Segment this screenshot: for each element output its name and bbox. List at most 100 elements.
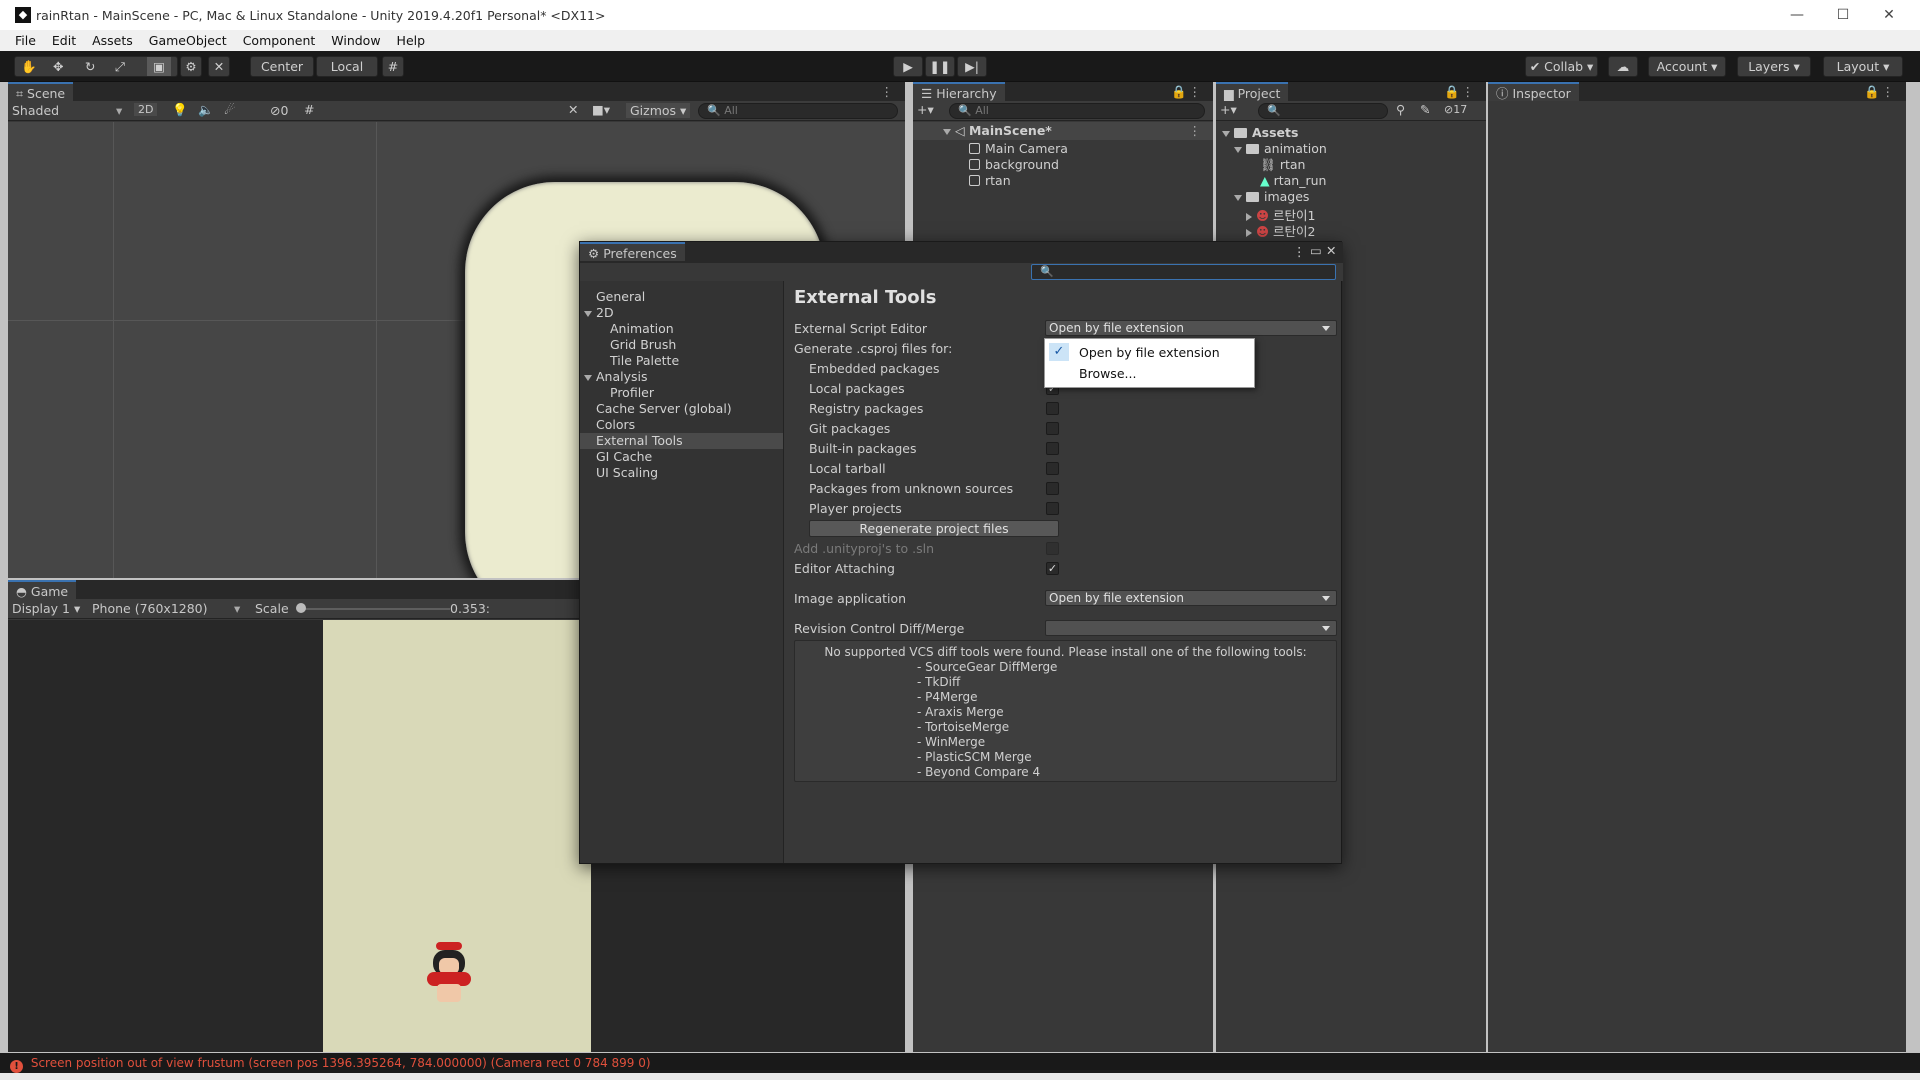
close-window-button[interactable]: ✕ [1866, 0, 1912, 30]
play-button[interactable]: ▶ [893, 56, 923, 77]
nav-analysis[interactable]: Analysis [584, 369, 648, 385]
add-object-button[interactable]: +▾ [917, 102, 934, 117]
collapse-arrow-icon[interactable] [1246, 228, 1252, 237]
hierarchy-item-background[interactable]: background [969, 157, 1059, 172]
gizmos-dropdown[interactable]: Gizmos ▾ [626, 103, 691, 118]
step-button[interactable]: ▶| [957, 56, 987, 77]
shading-mode-dropdown[interactable]: Shaded [12, 103, 59, 118]
nav-gi-cache[interactable]: GI Cache [596, 449, 652, 465]
project-folder-images[interactable]: images [1234, 189, 1309, 204]
grid-icon[interactable]: # [304, 102, 314, 117]
unknown-sources-checkbox[interactable] [1046, 482, 1059, 495]
hierarchy-item-rtan[interactable]: rtan [969, 173, 1011, 188]
nav-2d[interactable]: 2D [584, 305, 614, 321]
menu-edit[interactable]: Edit [52, 30, 76, 48]
tab-game[interactable]: ◓ Game [8, 580, 77, 599]
collapse-arrow-icon[interactable] [1246, 212, 1252, 221]
tab-preferences[interactable]: ⚙ Preferences [580, 242, 685, 261]
script-editor-dropdown[interactable]: Open by file extension [1045, 320, 1337, 336]
pivot-local-button[interactable]: Local [316, 56, 378, 77]
collab-button[interactable]: ✔ Collab ▾ [1525, 56, 1598, 77]
image-application-dropdown[interactable]: Open by file extension [1045, 590, 1337, 606]
popup-option-browse[interactable]: Browse... [1079, 366, 1136, 381]
regenerate-project-files-button[interactable]: Regenerate project files [809, 520, 1059, 537]
editor-attaching-checkbox[interactable]: ✓ [1046, 562, 1059, 575]
tab-inspector[interactable]: ⓘ Inspector [1488, 82, 1579, 101]
project-item-image2[interactable]: ☻ 르탄이2 [1246, 221, 1315, 240]
scale-slider-thumb[interactable] [296, 603, 306, 613]
lock-icon[interactable]: 🔒 [1171, 84, 1187, 100]
scene-root-row[interactable]: ◁ MainScene* ⋮ [913, 122, 1213, 140]
display-dropdown[interactable]: Display 1 ▾ [12, 601, 80, 616]
local-tarball-checkbox[interactable] [1046, 462, 1059, 475]
expand-arrow-icon[interactable] [1222, 130, 1230, 137]
lock-icon[interactable]: 🔒 [1864, 84, 1880, 100]
git-packages-checkbox[interactable] [1046, 422, 1059, 435]
camera-icon[interactable]: ■▾ [592, 102, 610, 117]
menu-window[interactable]: Window [331, 30, 380, 48]
rotate-tool-icon[interactable]: ↻ [85, 57, 95, 76]
create-asset-button[interactable]: +▾ [1220, 102, 1237, 117]
menu-gameobject[interactable]: GameObject [149, 30, 227, 48]
expand-arrow-icon[interactable] [584, 374, 592, 381]
project-item-rtan[interactable]: ⛓ rtan [1260, 157, 1305, 173]
project-item-rtan-run[interactable]: ▲ rtan_run [1260, 173, 1326, 188]
nav-cache-server[interactable]: Cache Server (global) [596, 401, 732, 417]
preferences-menu-icon[interactable]: ⋮ [1293, 244, 1306, 259]
nav-external-tools[interactable]: External Tools [580, 433, 783, 449]
maximize-icon[interactable]: ▭ [1310, 243, 1322, 258]
hand-tool-icon[interactable]: ✋ [21, 57, 37, 76]
pivot-center-button[interactable]: Center [250, 56, 314, 77]
custom-tool-icon[interactable]: ✕ [208, 56, 230, 77]
nav-tile-palette[interactable]: Tile Palette [610, 353, 679, 369]
account-dropdown[interactable]: Account ▾ [1648, 56, 1726, 77]
lighting-icon[interactable]: 💡 [172, 102, 188, 118]
menu-help[interactable]: Help [397, 30, 426, 48]
audio-icon[interactable]: 🔈 [198, 102, 214, 118]
nav-general[interactable]: General [596, 289, 645, 305]
hierarchy-item-main-camera[interactable]: Main Camera [969, 141, 1068, 156]
popup-option-open-by-extension[interactable]: ✓ Open by file extension [1047, 342, 1252, 362]
lock-icon[interactable]: 🔒 [1444, 84, 1460, 100]
expand-arrow-icon[interactable] [1234, 146, 1242, 153]
menu-assets[interactable]: Assets [92, 30, 133, 48]
vcs-dropdown[interactable] [1045, 620, 1337, 636]
tab-hierarchy[interactable]: ☰ Hierarchy [913, 82, 1005, 101]
rect-tool-icon[interactable]: ▣ [147, 57, 171, 76]
project-menu-icon[interactable]: ⋮ [1462, 84, 1475, 99]
expand-arrow-icon[interactable] [943, 128, 951, 135]
player-projects-checkbox[interactable] [1046, 502, 1059, 515]
move-tool-icon[interactable]: ✥ [53, 57, 63, 76]
cloud-icon[interactable]: ☁ [1608, 56, 1638, 77]
hidden-objects-counter[interactable]: ⊘0 [270, 103, 288, 118]
project-folder-animation[interactable]: animation [1234, 141, 1327, 156]
pause-button[interactable]: ❚❚ [925, 56, 955, 77]
console-status-bar[interactable]: ! Screen position out of view frustum (s… [0, 1053, 1920, 1073]
nav-animation[interactable]: Animation [610, 321, 674, 337]
builtin-packages-checkbox[interactable] [1046, 442, 1059, 455]
scale-tool-icon[interactable]: ⤢ [115, 57, 125, 76]
expand-arrow-icon[interactable] [584, 310, 592, 317]
filter-type-icon[interactable]: ⚲ [1396, 102, 1405, 117]
close-icon[interactable]: ✕ [1326, 243, 1336, 258]
effects-icon[interactable]: ☄ [224, 102, 235, 117]
inspector-menu-icon[interactable]: ⋮ [1882, 84, 1895, 99]
layout-dropdown[interactable]: Layout ▾ [1823, 56, 1903, 77]
registry-packages-checkbox[interactable] [1046, 402, 1059, 415]
filter-label-icon[interactable]: ✎ [1420, 102, 1430, 117]
scene-search-input[interactable]: 🔍 All [698, 103, 898, 119]
project-folder-assets[interactable]: Assets [1222, 125, 1298, 140]
resolution-dropdown[interactable]: Phone (760x1280) [92, 601, 208, 616]
grid-snap-icon[interactable]: # [382, 56, 404, 77]
maximize-button[interactable]: ☐ [1820, 0, 1866, 30]
preferences-search-input[interactable]: 🔍 [1031, 264, 1336, 280]
scene-row-menu-icon[interactable]: ⋮ [1189, 123, 1202, 138]
minimize-button[interactable]: — [1774, 0, 1820, 30]
nav-grid-brush[interactable]: Grid Brush [610, 337, 676, 353]
nav-profiler[interactable]: Profiler [610, 385, 654, 401]
mode-2d-toggle[interactable]: 2D [134, 103, 158, 116]
menu-component[interactable]: Component [243, 30, 316, 48]
expand-arrow-icon[interactable] [1234, 194, 1242, 201]
project-search-input[interactable]: 🔍 [1258, 103, 1388, 119]
hierarchy-menu-icon[interactable]: ⋮ [1189, 84, 1202, 99]
